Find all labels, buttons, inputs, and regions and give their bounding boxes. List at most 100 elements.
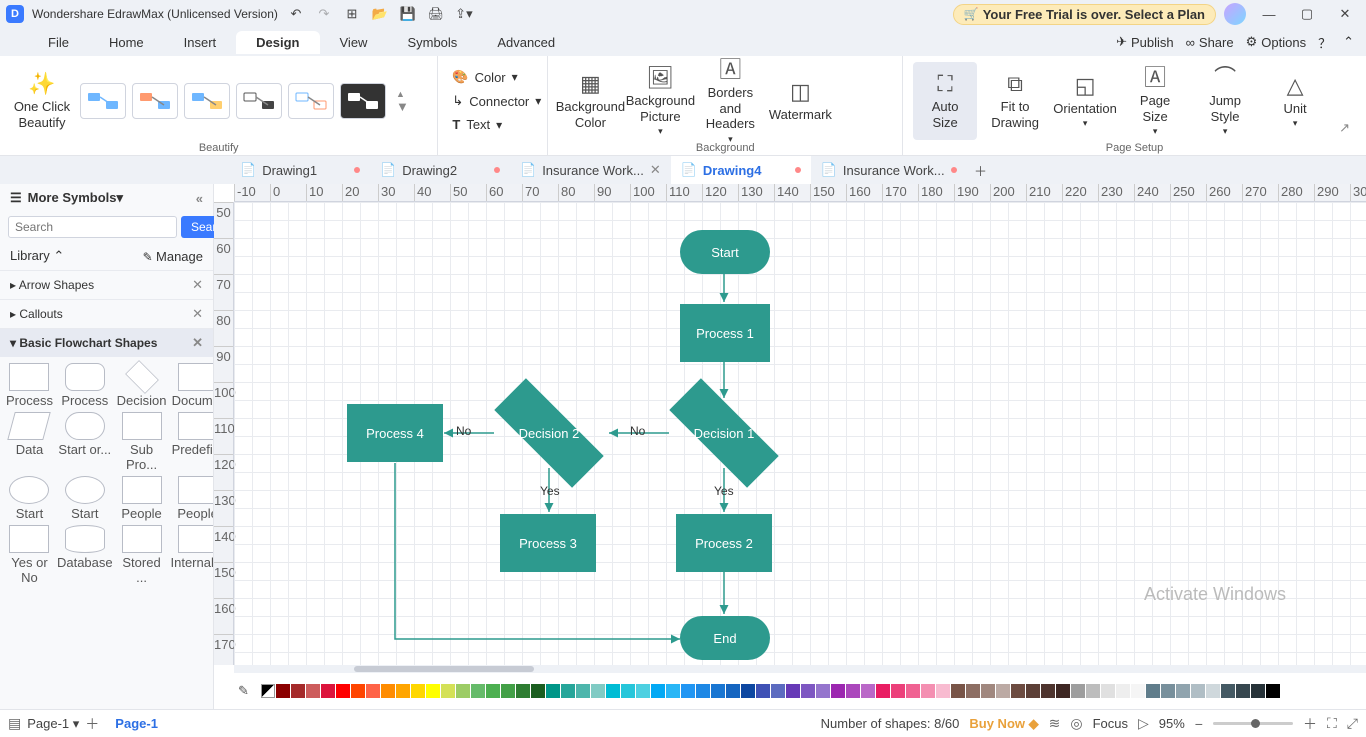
open-icon[interactable]: 📂 — [370, 4, 390, 24]
zoom-value[interactable]: 95% — [1159, 716, 1185, 731]
color-swatch[interactable] — [276, 684, 290, 698]
color-swatch[interactable] — [831, 684, 845, 698]
layers-icon[interactable]: ≋ — [1049, 715, 1061, 732]
shape-item[interactable]: Process — [6, 363, 53, 408]
flow-process-3[interactable]: Process 3 — [500, 514, 596, 572]
options-button[interactable]: ⚙ Options — [1246, 34, 1306, 50]
page-dropdown[interactable]: Page-1 ▾ — [27, 716, 79, 732]
doc-tab[interactable]: 📄Drawing2 — [370, 156, 510, 184]
close-icon[interactable]: ✕ — [1330, 0, 1360, 28]
theme-option-4[interactable] — [236, 83, 282, 119]
color-swatch[interactable] — [396, 684, 410, 698]
more-symbols-dropdown[interactable]: More Symbols▾ — [28, 190, 123, 206]
color-swatch[interactable] — [951, 684, 965, 698]
color-swatch[interactable] — [1206, 684, 1220, 698]
color-swatch[interactable] — [801, 684, 815, 698]
fullscreen-icon[interactable]: ⤢ — [1347, 715, 1358, 732]
color-swatch[interactable] — [366, 684, 380, 698]
shape-item[interactable]: People — [170, 476, 213, 521]
color-swatch[interactable] — [516, 684, 530, 698]
help-icon[interactable]: ？ — [1318, 33, 1331, 52]
color-swatch[interactable] — [906, 684, 920, 698]
color-swatch[interactable] — [696, 684, 710, 698]
color-swatch[interactable] — [546, 684, 560, 698]
menu-home[interactable]: Home — [89, 31, 164, 54]
color-swatch[interactable] — [651, 684, 665, 698]
color-swatch[interactable] — [306, 684, 320, 698]
focus-target-icon[interactable]: ◎ — [1070, 715, 1082, 732]
category-item[interactable]: ▾ Basic Flowchart Shapes✕ — [0, 328, 213, 357]
color-swatch[interactable] — [456, 684, 470, 698]
sidebar-collapse-icon[interactable]: « — [196, 191, 203, 206]
publish-button[interactable]: ✈ Publish — [1116, 34, 1174, 50]
tab-close-icon[interactable]: ✕ — [650, 162, 661, 178]
print-icon[interactable]: 🖨 — [426, 4, 446, 24]
color-swatch[interactable] — [936, 684, 950, 698]
menu-insert[interactable]: Insert — [164, 31, 237, 54]
hscroll-thumb[interactable] — [354, 666, 534, 672]
color-swatch[interactable] — [861, 684, 875, 698]
color-swatch[interactable] — [621, 684, 635, 698]
color-swatch[interactable] — [711, 684, 725, 698]
new-icon[interactable]: ⊞ — [342, 4, 362, 24]
color-swatch[interactable] — [1221, 684, 1235, 698]
fit-to-drawing-button[interactable]: ⧉Fit to Drawing — [983, 62, 1047, 140]
color-swatch[interactable] — [336, 684, 350, 698]
borders-headers-button[interactable]: 🄰Borders and Headers▾ — [698, 62, 762, 140]
menu-design[interactable]: Design — [236, 31, 319, 54]
color-swatch[interactable] — [1086, 684, 1100, 698]
color-swatch[interactable] — [606, 684, 620, 698]
color-swatch[interactable] — [531, 684, 545, 698]
flow-decision-1[interactable]: Decision 1 — [669, 398, 779, 468]
category-close-icon[interactable]: ✕ — [192, 306, 203, 322]
shape-item[interactable]: Internal... — [170, 525, 213, 585]
eyedropper-icon[interactable]: ✎ — [238, 683, 256, 699]
color-swatch[interactable] — [501, 684, 515, 698]
jump-style-button[interactable]: ⌒Jump Style▾ — [1193, 62, 1257, 140]
one-click-beautify-button[interactable]: ✨ One Click Beautify — [10, 62, 74, 140]
doc-tab[interactable]: 📄Drawing4 — [671, 156, 811, 184]
color-swatch[interactable] — [1236, 684, 1250, 698]
page-setup-launcher-icon[interactable]: ↗ — [1333, 116, 1356, 140]
search-input[interactable] — [8, 216, 177, 238]
color-swatch[interactable] — [741, 684, 755, 698]
color-swatch[interactable] — [591, 684, 605, 698]
color-swatch[interactable] — [1011, 684, 1025, 698]
zoom-in-icon[interactable]: ＋ — [1303, 714, 1317, 734]
library-label[interactable]: Library ⌃ — [10, 248, 64, 264]
color-swatch[interactable] — [291, 684, 305, 698]
page-size-button[interactable]: 🄰Page Size▾ — [1123, 62, 1187, 140]
collapse-ribbon-icon[interactable]: ⌃ — [1343, 34, 1354, 50]
theme-option-5[interactable] — [288, 83, 334, 119]
color-swatch[interactable] — [441, 684, 455, 698]
shape-item[interactable]: Data — [6, 412, 53, 472]
focus-button[interactable]: Focus — [1093, 716, 1128, 731]
theme-option-2[interactable] — [132, 83, 178, 119]
color-swatch[interactable] — [486, 684, 500, 698]
background-color-button[interactable]: ▦Background Color — [558, 62, 622, 140]
shape-item[interactable]: Database — [57, 525, 113, 585]
color-swatch[interactable] — [576, 684, 590, 698]
color-swatch[interactable] — [1071, 684, 1085, 698]
theme-option-1[interactable] — [80, 83, 126, 119]
shape-item[interactable]: Decision — [117, 363, 167, 408]
color-swatch[interactable] — [1041, 684, 1055, 698]
hscroll[interactable] — [234, 665, 1366, 673]
menu-symbols[interactable]: Symbols — [387, 31, 477, 54]
color-swatch[interactable] — [636, 684, 650, 698]
color-swatch[interactable] — [876, 684, 890, 698]
color-swatch[interactable] — [471, 684, 485, 698]
shape-item[interactable]: Sub Pro... — [117, 412, 167, 472]
shape-item[interactable]: Start — [6, 476, 53, 521]
color-swatch[interactable] — [681, 684, 695, 698]
shape-item[interactable]: Start or... — [57, 412, 113, 472]
canvas[interactable]: Start Process 1 Decision 1 Decision 2 Pr… — [234, 202, 1366, 665]
doc-tab[interactable]: 📄Insurance Work... — [811, 156, 967, 184]
color-swatch[interactable] — [381, 684, 395, 698]
buy-now-link[interactable]: Buy Now ◆ — [969, 716, 1038, 732]
background-picture-button[interactable]: 🖼Background Picture▾ — [628, 62, 692, 140]
color-swatch[interactable] — [1251, 684, 1265, 698]
bw-swatch[interactable] — [261, 684, 275, 698]
zoom-slider[interactable] — [1213, 722, 1293, 725]
page-tab-active[interactable]: Page-1 — [109, 716, 164, 731]
